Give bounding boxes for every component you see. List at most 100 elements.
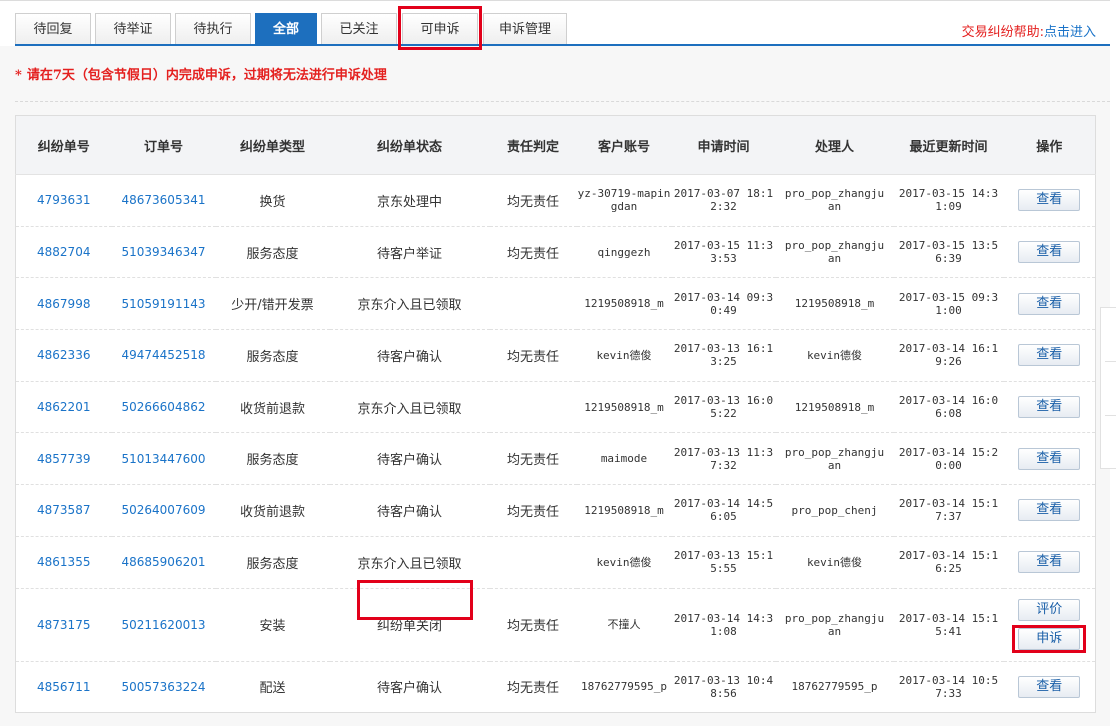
order-id-link-text[interactable]: 50266604862 (122, 400, 206, 414)
order-id-link[interactable]: 50266604862 (111, 381, 216, 434)
view-button[interactable]: 查看 (1018, 675, 1081, 698)
dispute-id-link[interactable]: 4861355 (15, 536, 112, 589)
update-time-cell-text: 2017-03-14 15:16:25 (898, 549, 999, 576)
dispute-status-cell-text: 待客户确认 (376, 504, 442, 520)
customer-account-cell: maimode (576, 432, 672, 486)
actions-group: 查看 (1004, 278, 1096, 329)
order-id-link-text[interactable]: 51059191143 (122, 297, 206, 311)
update-time-cell: 2017-03-14 15:15:41 (893, 588, 1004, 662)
dispute-type-cell: 少开/错开发票 (215, 277, 330, 331)
review-button[interactable]: 评价 (1018, 599, 1081, 621)
dispute-id-link[interactable]: 4862336 (15, 329, 112, 382)
order-id-link[interactable]: 50211620013 (111, 588, 216, 662)
apply-time-cell: 2017-03-13 16:13:25 (671, 329, 776, 382)
order-id-link[interactable]: 51039346347 (111, 226, 216, 279)
order-id-link[interactable]: 51013447600 (111, 432, 216, 486)
view-button[interactable]: 查看 (1018, 499, 1081, 522)
apply-time-cell-text: 2017-03-13 11:37:32 (673, 445, 774, 472)
apply-time-cell-text: 2017-03-14 14:31:08 (673, 611, 774, 638)
dispute-id-link-text[interactable]: 4862201 (37, 400, 90, 414)
view-button[interactable]: 查看 (1018, 344, 1081, 367)
order-id-link-text[interactable]: 50211620013 (122, 618, 206, 632)
dispute-status-cell-text: 待客户确认 (376, 349, 442, 365)
dispute-id-link-text[interactable]: 4856711 (37, 680, 90, 694)
update-time-cell-text: 2017-03-14 15:17:37 (898, 497, 999, 524)
dispute-id-link[interactable]: 4856711 (15, 661, 112, 714)
order-id-link-text[interactable]: 50264007609 (122, 503, 206, 517)
order-id-link-text[interactable]: 48685906201 (122, 555, 206, 569)
update-time-cell-text: 2017-03-14 15:15:41 (898, 611, 999, 638)
dispute-table: 纠纷单号 订单号 纠纷单类型 纠纷单状态 责任判定 客户账号 申请时间 处理人 … (15, 115, 1096, 714)
col-customer-account: 客户账号 (576, 115, 672, 175)
help-label: 交易纠纷帮助: (961, 25, 1044, 40)
dispute-id-link[interactable]: 4873175 (15, 588, 112, 662)
order-id-link[interactable]: 48685906201 (111, 536, 216, 589)
dispute-id-link-text[interactable]: 4861355 (37, 555, 90, 569)
appeal-button[interactable]: 申诉 (1018, 628, 1081, 650)
dispute-id-link[interactable]: 4867998 (15, 277, 112, 331)
handler-cell: 1219508918_m (775, 381, 894, 434)
dispute-type-cell: 收货前退款 (215, 381, 330, 434)
dispute-id-link[interactable]: 4873587 (15, 484, 112, 537)
order-id-link-text[interactable]: 51039346347 (122, 245, 206, 259)
apply-time-cell-text: 2017-03-13 16:05:22 (673, 394, 774, 421)
notice-text: 请在7天（包含节假日）内完成申诉，过期将无法进行申诉处理 (26, 68, 387, 83)
view-button[interactable]: 查看 (1018, 241, 1081, 264)
dispute-id-link-text[interactable]: 4867998 (37, 297, 90, 311)
dispute-status-cell: 待客户确认 (329, 661, 490, 714)
view-button[interactable]: 查看 (1018, 396, 1081, 419)
tab-appeal-management[interactable]: 申诉管理 (483, 13, 567, 45)
update-time-cell: 2017-03-15 09:31:00 (893, 277, 1004, 331)
order-id-link[interactable]: 50057363224 (111, 661, 216, 714)
actions-group: 查看 (1004, 330, 1096, 381)
dispute-status-cell-text: 京东介入且已领取 (357, 401, 462, 417)
dispute-status-cell: 京东介入且已领取 (329, 381, 490, 434)
order-id-link-text[interactable]: 51013447600 (122, 452, 206, 466)
order-id-link-text[interactable]: 49474452518 (122, 348, 206, 362)
order-id-link-text[interactable]: 48673605341 (122, 193, 206, 207)
view-button[interactable]: 查看 (1018, 292, 1081, 315)
liability-cell (489, 536, 577, 589)
dispute-status-cell: 待客户确认 (329, 432, 490, 486)
dispute-id-link[interactable]: 4793631 (15, 174, 112, 227)
order-id-link-text[interactable]: 50057363224 (122, 680, 206, 694)
liability-cell-text: 均无责任 (506, 619, 559, 634)
order-id-link[interactable]: 49474452518 (111, 329, 216, 382)
update-time-cell-text: 2017-03-15 09:31:00 (898, 290, 999, 317)
update-time-cell-text: 2017-03-14 16:19:26 (898, 342, 999, 369)
actions-group: 查看 (1004, 537, 1096, 588)
order-id-link[interactable]: 48673605341 (111, 174, 216, 227)
dispute-id-link-text[interactable]: 4857739 (37, 452, 90, 466)
col-handler: 处理人 (775, 115, 894, 175)
help-link[interactable]: 点击进入 (1044, 25, 1096, 40)
dispute-id-link[interactable]: 4862201 (15, 381, 112, 434)
liability-cell-text: 均无责任 (506, 246, 559, 262)
dispute-id-link[interactable]: 4857739 (15, 432, 112, 486)
dispute-id-link-text[interactable]: 4793631 (37, 193, 90, 207)
view-button[interactable]: 查看 (1018, 551, 1081, 574)
table-row: 4873175 50211620013 安装 纠纷单关闭 均无责任 不撞人 2017-03-… (15, 588, 1096, 662)
tab-followed[interactable]: 已关注 (321, 13, 397, 45)
dispute-id-link-text[interactable]: 4862336 (37, 348, 90, 362)
customer-account-cell-text: kevin德俊 (596, 348, 652, 362)
tab-pending-reply[interactable]: 待回复 (15, 13, 91, 45)
order-id-link[interactable]: 50264007609 (111, 484, 216, 537)
dispute-id-link-text[interactable]: 4882704 (37, 245, 90, 259)
dispute-type-cell: 收货前退款 (215, 484, 330, 537)
customer-account-cell: 18762779595_p (576, 661, 672, 714)
actions-cell: 查看 (1003, 381, 1096, 434)
actions-group: 查看 (1004, 662, 1096, 713)
dispute-id-link-text[interactable]: 4873587 (37, 503, 90, 517)
dispute-id-link-text[interactable]: 4873175 (37, 618, 90, 632)
handler-cell-text: pro_pop_chenj (791, 503, 878, 517)
tab-appealable[interactable]: 可申诉 (402, 13, 478, 45)
dispute-id-link[interactable]: 4882704 (15, 226, 112, 279)
tab-pending-evidence[interactable]: 待举证 (95, 13, 171, 45)
tab-pending-execution[interactable]: 待执行 (175, 13, 251, 45)
view-button[interactable]: 查看 (1018, 189, 1081, 212)
col-dispute-type: 纠纷单类型 (215, 115, 330, 175)
order-id-link[interactable]: 51059191143 (111, 277, 216, 331)
view-button[interactable]: 查看 (1018, 447, 1081, 470)
tab-all[interactable]: 全部 (255, 13, 317, 45)
apply-time-cell-text: 2017-03-14 09:30:49 (673, 290, 774, 317)
